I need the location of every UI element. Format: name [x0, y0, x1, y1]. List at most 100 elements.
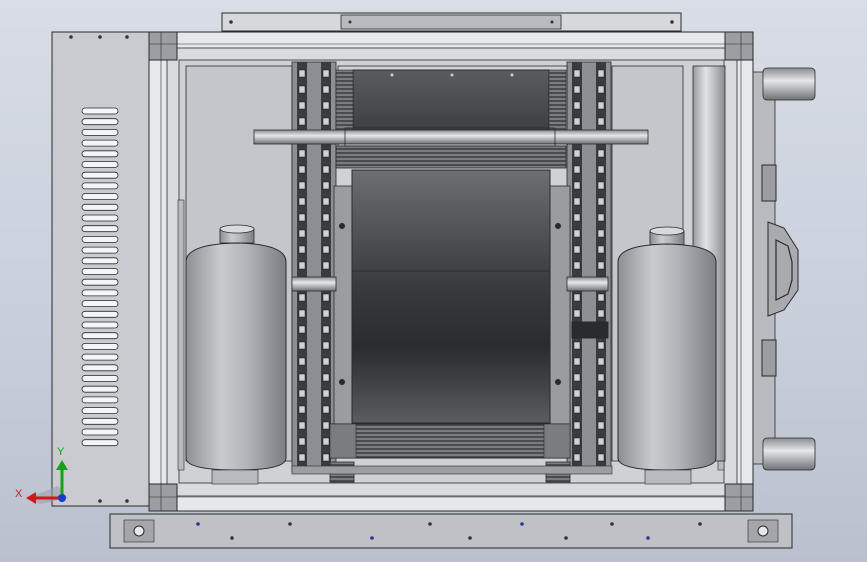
assembly-drawing[interactable]: Y X	[0, 0, 867, 562]
rack-tooth	[298, 213, 306, 222]
rack-tooth	[597, 101, 605, 110]
louver-slot	[81, 139, 119, 147]
rack-tooth	[322, 405, 330, 414]
rack-tooth	[322, 309, 330, 318]
rack-tooth	[573, 165, 581, 174]
rack-tooth	[298, 389, 306, 398]
rack-tooth	[298, 229, 306, 238]
bolt-hole	[564, 536, 568, 540]
rack-tooth	[597, 245, 605, 254]
rack-tooth	[573, 309, 581, 318]
right-pipe-fittings[interactable]	[752, 67, 816, 471]
rack-tooth	[573, 453, 581, 462]
rack-tooth	[298, 373, 306, 382]
louver-slot	[81, 289, 119, 297]
louver-slot	[81, 214, 119, 222]
rack-tooth	[573, 117, 581, 126]
base-rail[interactable]	[109, 513, 793, 549]
louver-slot	[81, 364, 119, 372]
horizontal-shaft[interactable]	[253, 127, 649, 147]
louver-slot	[81, 203, 119, 211]
rack-tooth	[597, 309, 605, 318]
rack-tooth	[298, 101, 306, 110]
louver-slot	[81, 407, 119, 415]
louver-slot	[81, 118, 119, 126]
rack-tooth	[322, 117, 330, 126]
rack-tooth	[573, 181, 581, 190]
louver-slot	[81, 193, 119, 201]
rack-tooth	[298, 165, 306, 174]
rack-tooth	[597, 261, 605, 270]
louver-slot	[81, 342, 119, 350]
rack-tooth	[298, 197, 306, 206]
rack-tooth	[597, 341, 605, 350]
rack-tooth	[597, 85, 605, 94]
rack-tooth	[298, 181, 306, 190]
right-rack[interactable]	[566, 61, 612, 473]
blower-housing[interactable]	[291, 169, 609, 425]
cad-viewport[interactable]: Y X	[0, 0, 867, 562]
left-tank[interactable]	[185, 224, 287, 485]
left-rack[interactable]	[291, 61, 337, 473]
rack-tooth	[322, 261, 330, 270]
rack-tooth	[573, 341, 581, 350]
rack-tooth	[597, 453, 605, 462]
rack-tooth	[298, 453, 306, 462]
rack-tooth	[322, 373, 330, 382]
louver-slot	[81, 225, 119, 233]
y-axis-label: Y	[57, 446, 65, 458]
rack-tooth	[573, 373, 581, 382]
rack-tooth	[322, 85, 330, 94]
lower-coil[interactable]	[329, 423, 571, 459]
rack-tooth	[298, 69, 306, 78]
bolt-hole	[428, 522, 432, 526]
rack-tooth	[298, 245, 306, 254]
rack-tooth	[597, 229, 605, 238]
rack-tooth	[298, 421, 306, 430]
rack-tooth	[322, 165, 330, 174]
louver-slot	[81, 150, 119, 158]
rack-tooth	[597, 197, 605, 206]
right-tank[interactable]	[617, 226, 717, 485]
louver-slot	[81, 375, 119, 382]
rack-tooth	[573, 389, 581, 398]
rack-tooth	[573, 229, 581, 238]
rack-tooth	[597, 373, 605, 382]
rack-tooth	[573, 149, 581, 158]
z-axis-dot	[58, 494, 66, 502]
rack-tooth	[298, 341, 306, 350]
rack-tooth	[597, 437, 605, 446]
rack-tooth	[597, 117, 605, 126]
upper-motor-block[interactable]	[335, 65, 568, 169]
bolt-hole	[230, 536, 234, 540]
rack-tooth	[573, 69, 581, 78]
rack-tooth	[322, 149, 330, 158]
rack-tooth	[597, 149, 605, 158]
rack-tooth	[597, 181, 605, 190]
rack-tooth	[322, 197, 330, 206]
top-rail[interactable]	[221, 12, 682, 32]
louver-slot	[81, 310, 119, 318]
rack-tooth	[298, 261, 306, 270]
louver-slot	[81, 107, 119, 115]
bolt-hole	[370, 536, 374, 540]
rack-tooth	[298, 149, 306, 158]
rack-tooth	[597, 213, 605, 222]
rack-tooth	[597, 69, 605, 78]
rack-tooth	[298, 437, 306, 446]
rack-tooth	[322, 389, 330, 398]
louver-slot	[81, 385, 119, 393]
rack-tooth	[597, 165, 605, 174]
bolt-hole	[196, 522, 200, 526]
louver-slot	[81, 278, 119, 286]
bolt-hole	[288, 522, 292, 526]
rack-tooth	[597, 405, 605, 414]
rack-tooth	[322, 101, 330, 110]
louver-slot	[81, 439, 119, 447]
rack-tooth	[298, 117, 306, 126]
rack-tooth	[322, 341, 330, 350]
rack-tooth	[573, 85, 581, 94]
rack-tooth	[597, 389, 605, 398]
side-louver-panel[interactable]	[51, 31, 150, 507]
rack-tooth	[322, 293, 330, 302]
